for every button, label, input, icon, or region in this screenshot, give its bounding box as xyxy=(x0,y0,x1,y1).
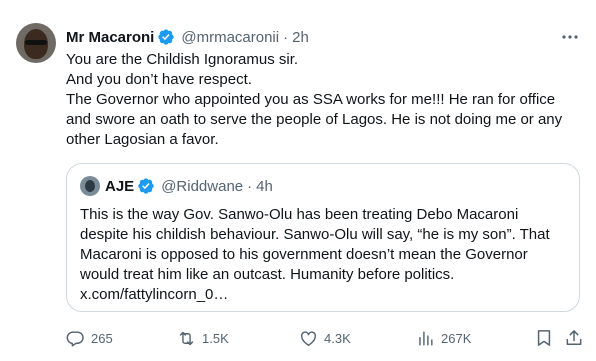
tweet-text-line: You are the Childish Ignoramus sir. xyxy=(66,51,299,68)
avatar[interactable] xyxy=(16,23,56,63)
quoted-timestamp[interactable]: 4h xyxy=(256,178,273,195)
separator-dot: · xyxy=(283,28,289,46)
views-count: 267K xyxy=(441,330,472,346)
quoted-author-handle[interactable]: @Riddwane xyxy=(161,178,243,195)
avatar-glasses xyxy=(25,40,47,45)
reply-icon xyxy=(66,330,84,346)
repost-icon xyxy=(179,331,194,345)
reply-button[interactable]: 265 xyxy=(66,327,113,349)
separator-dot: · xyxy=(247,177,253,195)
share-icon[interactable] xyxy=(564,328,584,348)
quoted-author-name[interactable]: AJE xyxy=(105,178,134,195)
tweet-text-line: And you don’t have respect. xyxy=(66,71,252,88)
like-icon xyxy=(300,330,317,346)
timestamp[interactable]: 2h xyxy=(292,29,309,46)
tweet[interactable]: Mr Macaroni @mrmacaronii · 2h You are th… xyxy=(0,0,596,361)
like-button[interactable]: 4.3K xyxy=(299,327,351,349)
quoted-text-link[interactable]: x.com/fattylincorn_0… xyxy=(80,285,570,305)
verified-icon xyxy=(138,178,154,194)
tweet-text-line: other Lagosian a favor. xyxy=(66,131,219,148)
like-count: 4.3K xyxy=(324,330,351,346)
quoted-tweet-header: AJE @Riddwane · 4h xyxy=(80,176,273,196)
quoted-tweet[interactable]: AJE @Riddwane · 4h This is the way Gov. … xyxy=(66,163,580,312)
quoted-text-line: would treat him like an outcast. Humanit… xyxy=(80,266,455,283)
tweet-header: Mr Macaroni @mrmacaronii · 2h xyxy=(66,27,309,47)
quoted-text-line: Macaroni is opposed to his government do… xyxy=(80,246,528,263)
views-icon xyxy=(419,330,433,346)
tweet-text-line: The Governor who appointed you as SSA wo… xyxy=(66,91,556,108)
action-bar: 265 1.5K 4.3K 267K xyxy=(66,327,582,349)
verified-icon xyxy=(158,29,175,45)
bookmark-icon[interactable] xyxy=(534,328,554,348)
quoted-text-line: despite his childish behaviour. Sanwo-Ol… xyxy=(80,226,550,243)
reply-count: 265 xyxy=(91,330,113,346)
views-button[interactable]: 267K xyxy=(416,327,471,349)
author-name[interactable]: Mr Macaroni xyxy=(66,29,154,46)
quoted-text-line: This is the way Gov. Sanwo-Olu has been … xyxy=(80,206,519,223)
tweet-text-line: and swore an oath to serve the people of… xyxy=(66,111,563,128)
repost-button[interactable]: 1.5K xyxy=(177,327,229,349)
repost-count: 1.5K xyxy=(202,330,229,346)
author-handle[interactable]: @mrmacaronii xyxy=(181,29,279,46)
tweet-text: You are the Childish Ignoramus sir. And … xyxy=(66,50,581,150)
more-icon[interactable] xyxy=(560,29,580,45)
quoted-avatar[interactable] xyxy=(80,176,100,196)
quoted-tweet-text: This is the way Gov. Sanwo-Olu has been … xyxy=(80,205,570,305)
